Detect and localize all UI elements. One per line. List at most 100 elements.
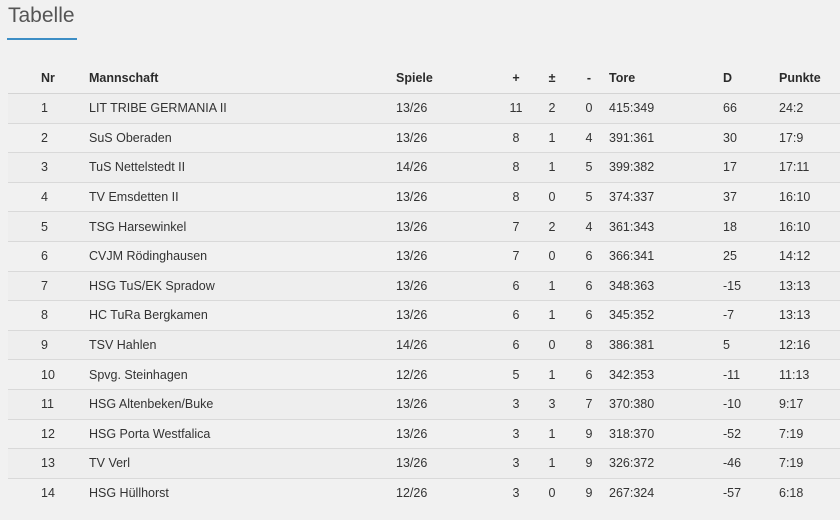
cell-losses: 9 [569, 448, 609, 479]
cell-losses: 8 [569, 330, 609, 361]
cell-team[interactable]: TuS Nettelstedt II [89, 152, 396, 183]
cell-draws: 1 [535, 300, 569, 331]
cell-draws: 2 [535, 211, 569, 242]
cell-games: 14/26 [396, 152, 497, 183]
cell-diff: 66 [723, 93, 779, 124]
cell-nr: 8 [8, 300, 89, 331]
cell-wins: 7 [497, 211, 535, 242]
cell-goals: 345:352 [609, 300, 723, 331]
table-row: 14 HSG Hüllhorst 12/26 3 0 9 267:324 -57 6:18 [8, 478, 840, 507]
cell-games: 13/26 [396, 241, 497, 272]
cell-team[interactable]: Spvg. Steinhagen [89, 359, 396, 390]
cell-games: 12/26 [396, 486, 428, 501]
cell-points: 9:17 [779, 389, 840, 420]
cell-nr: 7 [8, 271, 89, 302]
table-row: 5 TSG Harsewinkel 13/26 7 2 4 361:343 18 16:10 [8, 211, 840, 242]
cell-team[interactable]: HSG Hüllhorst [89, 478, 396, 507]
cell-losses: 4 [569, 123, 609, 154]
cell-losses: 7 [569, 389, 609, 420]
page-title: Tabelle [8, 4, 75, 27]
cell-nr: 5 [8, 211, 89, 242]
cell-nr: 4 [8, 182, 89, 213]
header-points[interactable]: Punkte [779, 63, 840, 94]
table-row: 9 TSV Hahlen 14/26 6 0 8 386:381 5 12:16 [8, 330, 840, 361]
cell-draws: 1 [535, 448, 569, 479]
cell-team[interactable]: TV Verl [89, 448, 396, 479]
cell-wins: 6 [497, 300, 535, 331]
header-team[interactable]: Mannschaft [89, 63, 396, 94]
cell-points: 6:18 [779, 486, 804, 501]
cell-losses: 6 [569, 271, 609, 302]
cell-goals: 342:353 [609, 359, 723, 390]
standings-page: Tabelle Nr Mannschaft Spiele + ± - Tore … [0, 0, 840, 520]
cell-nr: 1 [8, 93, 89, 124]
cell-team[interactable]: HC TuRa Bergkamen [89, 300, 396, 331]
cell-points: 7:19 [779, 419, 840, 450]
table-row: 10 Spvg. Steinhagen 12/26 5 1 6 342:353 -11 11:1… [8, 359, 840, 390]
header-row: Nr Mannschaft Spiele + ± - Tore D Punkte [8, 63, 840, 94]
header-diff[interactable]: D [723, 63, 779, 94]
cell-goals: 326:372 [609, 448, 723, 479]
cell-draws: 3 [535, 389, 569, 420]
cell-diff: -57 [723, 486, 742, 501]
cell-goals: 370:380 [609, 389, 723, 420]
cell-losses: 5 [569, 152, 609, 183]
cell-draws: 2 [535, 93, 569, 124]
cell-diff: 18 [723, 211, 779, 242]
cell-nr: 12 [8, 419, 89, 450]
cell-wins: 8 [497, 123, 535, 154]
cell-points: 11:13 [779, 359, 840, 390]
cell-points: 12:16 [779, 330, 840, 361]
header-draws[interactable]: ± [535, 63, 569, 94]
cell-team[interactable]: TSG Harsewinkel [89, 211, 396, 242]
cell-wins: 8 [497, 152, 535, 183]
header-games[interactable]: Spiele [396, 63, 497, 94]
standings-table: Nr Mannschaft Spiele + ± - Tore D Punkte… [8, 63, 840, 507]
cell-draws: 0 [535, 241, 569, 272]
table-row: 13 TV Verl 13/26 3 1 9 326:372 -46 7:19 [8, 448, 840, 479]
cell-wins: 5 [497, 359, 535, 390]
cell-goals: 318:370 [609, 419, 723, 450]
cell-diff: 37 [723, 182, 779, 213]
cell-team[interactable]: LIT TRIBE GERMANIA II [89, 93, 396, 124]
title-underline [7, 38, 77, 40]
cell-team[interactable]: TSV Hahlen [89, 330, 396, 361]
cell-nr: 3 [8, 152, 89, 183]
header-nr[interactable]: Nr [8, 63, 89, 94]
header-goals[interactable]: Tore [609, 63, 723, 94]
cell-nr: 10 [8, 359, 89, 390]
cell-wins: 3 [497, 419, 535, 450]
cell-team[interactable]: HSG Altenbeken/Buke [89, 389, 396, 420]
cell-draws: 1 [535, 419, 569, 450]
cell-games: 13/26 [396, 93, 497, 124]
cell-goals: 348:363 [609, 271, 723, 302]
cell-team[interactable]: HSG Porta Westfalica [89, 419, 396, 450]
table-row: 2 SuS Oberaden 13/26 8 1 4 391:361 30 17:9 [8, 123, 840, 154]
cell-losses: 5 [569, 182, 609, 213]
cell-nr: 9 [8, 330, 89, 361]
cell-team[interactable]: CVJM Rödinghausen [89, 241, 396, 272]
header-losses[interactable]: - [569, 63, 609, 94]
cell-wins: 8 [497, 182, 535, 213]
cell-losses: 6 [569, 241, 609, 272]
cell-wins: 6 [497, 330, 535, 361]
table-row: 1 LIT TRIBE GERMANIA II 13/26 11 2 0 415:349 66… [8, 93, 840, 124]
cell-games: 13/26 [396, 300, 497, 331]
table-row: 4 TV Emsdetten II 13/26 8 0 5 374:337 37 16:10 [8, 182, 840, 213]
cell-team[interactable]: TV Emsdetten II [89, 182, 396, 213]
cell-losses: 4 [569, 211, 609, 242]
cell-team[interactable]: SuS Oberaden [89, 123, 396, 154]
cell-diff: -11 [723, 359, 779, 390]
cell-wins: 7 [497, 241, 535, 272]
cell-games: 13/26 [396, 448, 497, 479]
cell-goals: 366:341 [609, 241, 723, 272]
cell-wins: 11 [497, 93, 535, 124]
cell-goals: 386:381 [609, 330, 723, 361]
cell-team[interactable]: HSG TuS/EK Spradow [89, 271, 396, 302]
cell-draws: 1 [535, 271, 569, 302]
cell-wins: 3 [497, 448, 535, 479]
header-wins[interactable]: + [497, 63, 535, 94]
cell-games: 14/26 [396, 330, 497, 361]
cell-nr: 6 [8, 241, 89, 272]
cell-games: 13/26 [396, 123, 497, 154]
